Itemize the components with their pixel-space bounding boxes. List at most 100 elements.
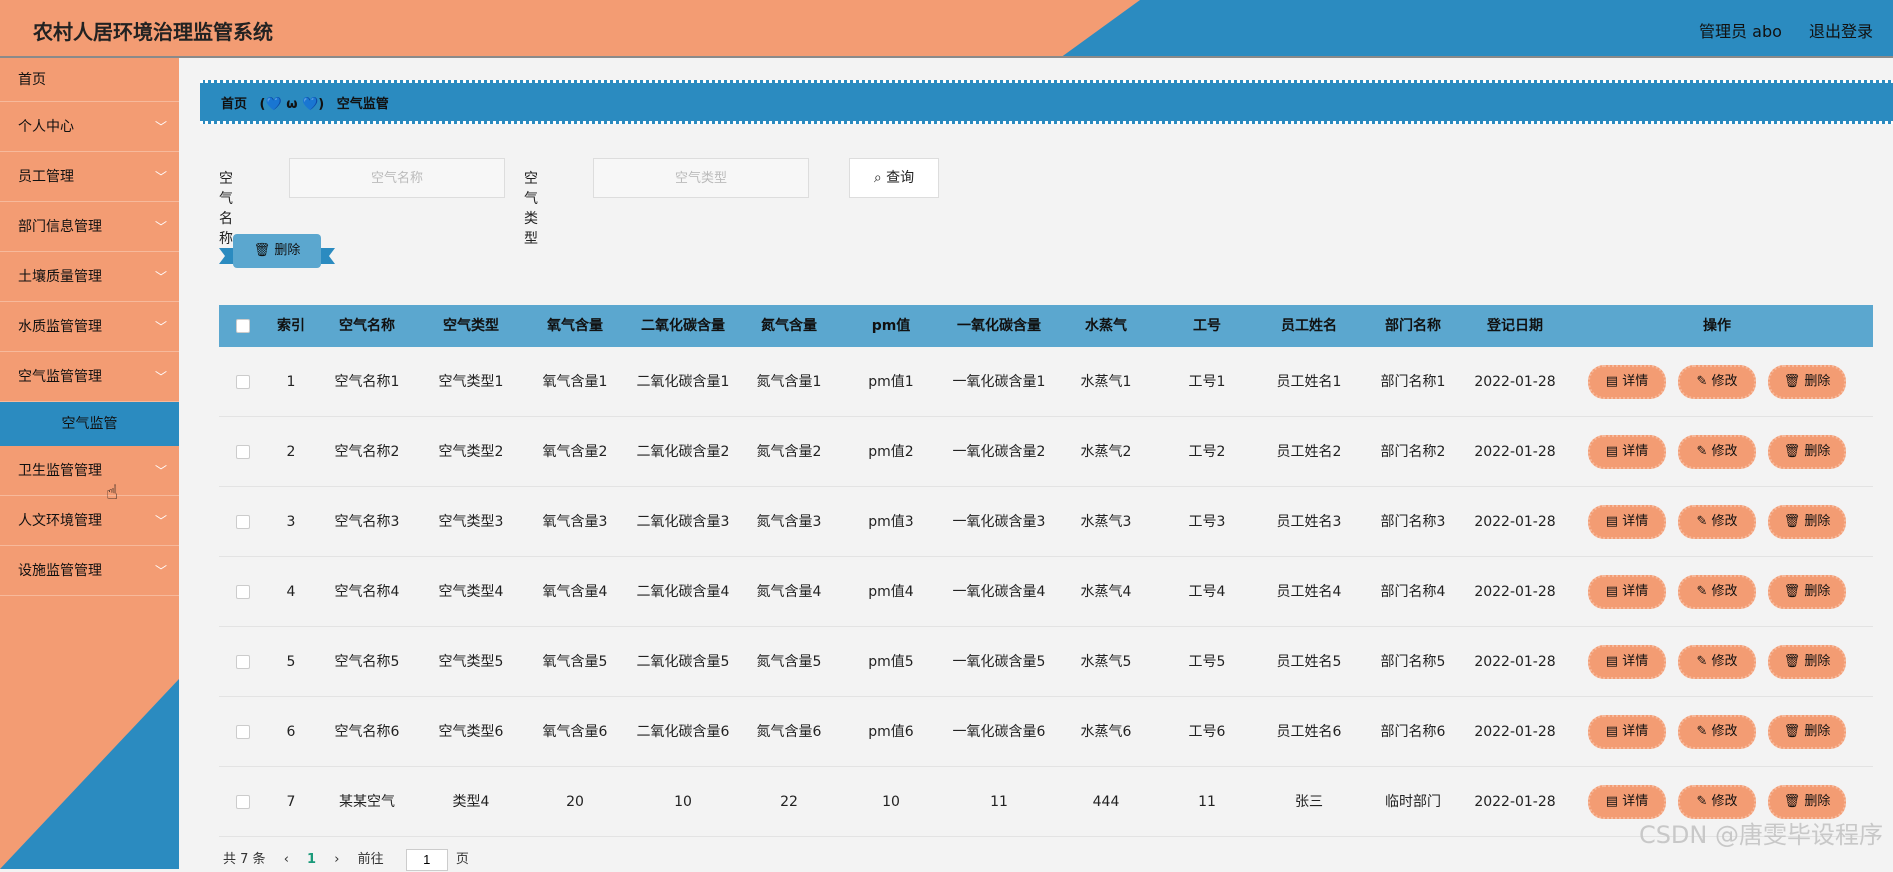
row-checkbox[interactable]: [236, 654, 250, 669]
row-select-cell[interactable]: [219, 511, 267, 533]
edit-button[interactable]: ✎ 修改: [1678, 784, 1756, 819]
row-actions: ▤ 详情 ✎ 修改 🗑 删除: [1565, 574, 1869, 609]
pagination: 共 7 条 ‹ 1 › 前往 页: [223, 848, 483, 872]
page-current[interactable]: 1: [307, 848, 316, 872]
sidebar-item-home[interactable]: 首页: [0, 58, 179, 102]
sidebar-item-facility[interactable]: 设施监管管理 ﹀: [0, 546, 179, 596]
sidebar-subitem-air-monitoring[interactable]: 空气监管: [0, 402, 179, 446]
chevron-down-icon: ﹀: [154, 514, 167, 528]
table-cell: 空气类型5: [438, 653, 504, 670]
table-cell: 5: [286, 653, 296, 670]
row-checkbox[interactable]: [236, 514, 250, 529]
delete-button[interactable]: 🗑 删除: [1768, 434, 1846, 469]
table-cell: 部门名称6: [1380, 723, 1446, 740]
table-cell: 2022-01-28: [1474, 513, 1556, 530]
table-cell: 工号3: [1188, 513, 1226, 530]
header-select-all[interactable]: [219, 315, 267, 337]
row-select-cell[interactable]: [219, 791, 267, 813]
row-checkbox[interactable]: [236, 584, 250, 599]
batch-delete-button[interactable]: 🗑 删除: [233, 234, 321, 268]
page-unit: 页: [455, 852, 469, 867]
row-checkbox[interactable]: [236, 374, 250, 389]
table-cell: 某某空气: [339, 793, 395, 810]
table-cell: pm值6: [868, 723, 914, 740]
edit-button[interactable]: ✎ 修改: [1678, 714, 1756, 749]
table-cell: 空气名称3: [334, 513, 400, 530]
air-name-input[interactable]: [289, 158, 505, 198]
query-button[interactable]: ⌕ 查询: [849, 158, 939, 198]
detail-button[interactable]: ▤ 详情: [1588, 504, 1666, 539]
delete-button[interactable]: 🗑 删除: [1768, 784, 1846, 819]
sidebar-item-hygiene[interactable]: 卫生监管管理 ﹀: [0, 446, 179, 496]
edit-button[interactable]: ✎ 修改: [1678, 574, 1756, 609]
pencil-icon: ✎: [1696, 513, 1708, 529]
page-jump-input[interactable]: [405, 848, 448, 871]
table-cell: pm值4: [868, 583, 914, 600]
sidebar-item-label: 设施监管管理: [18, 563, 102, 579]
table-row: 4 空气名称4 空气类型4 氧气含量4 二氧化碳含量4 氮气含量4 pm值4 一氧化碳含量4 水…: [219, 557, 1873, 627]
select-all-checkbox[interactable]: [236, 319, 250, 333]
column-header: 工号: [1193, 318, 1221, 334]
hand-cursor-icon: ☝: [106, 480, 119, 504]
data-table: 索引 空气名称 空气类型 氧气含量 二氧化碳含量 氮气含量 pm值 一氧化碳含量…: [219, 305, 1873, 837]
table-cell: 空气名称2: [334, 443, 400, 460]
delete-button[interactable]: 🗑 删除: [1768, 714, 1846, 749]
action-label: 修改: [1711, 653, 1738, 669]
sidebar-item-employee[interactable]: 员工管理 ﹀: [0, 152, 179, 202]
column-header: 氮气含量: [761, 318, 817, 334]
row-select-cell[interactable]: [219, 441, 267, 463]
sidebar-item-water[interactable]: 水质监管管理 ﹀: [0, 302, 179, 352]
table-cell: 员工姓名4: [1276, 583, 1342, 600]
table-cell: 水蒸气6: [1080, 723, 1132, 740]
table-cell: 空气名称5: [334, 653, 400, 670]
breadcrumb-home[interactable]: 首页: [221, 97, 247, 112]
table-cell: 1: [286, 373, 296, 390]
table-cell: 444: [1092, 793, 1120, 810]
detail-button[interactable]: ▤ 详情: [1588, 784, 1666, 819]
detail-button[interactable]: ▤ 详情: [1588, 434, 1666, 469]
table-cell: 3: [286, 513, 296, 530]
table-cell: 空气类型2: [438, 443, 504, 460]
action-label: 修改: [1711, 443, 1738, 459]
prev-page-icon[interactable]: ‹: [284, 848, 289, 872]
action-label: 详情: [1622, 723, 1649, 739]
table-cell: 11: [1198, 793, 1216, 810]
edit-button[interactable]: ✎ 修改: [1678, 434, 1756, 469]
delete-button[interactable]: 🗑 删除: [1768, 644, 1846, 679]
sidebar-item-air[interactable]: 空气监管管理 ﹀: [0, 352, 179, 402]
sidebar-item-personal-center[interactable]: 个人中心 ﹀: [0, 102, 179, 152]
delete-button[interactable]: 🗑 删除: [1768, 574, 1846, 609]
detail-button[interactable]: ▤ 详情: [1588, 714, 1666, 749]
detail-button[interactable]: ▤ 详情: [1588, 574, 1666, 609]
edit-button[interactable]: ✎ 修改: [1678, 504, 1756, 539]
sidebar-corner-decoration: [0, 679, 179, 869]
logout-link[interactable]: 退出登录: [1809, 22, 1873, 41]
search-icon: ⌕: [873, 170, 882, 186]
detail-button[interactable]: ▤ 详情: [1588, 644, 1666, 679]
breadcrumb: 首页 (💙 ω 💙) 空气监管: [200, 80, 1893, 124]
row-checkbox[interactable]: [236, 444, 250, 459]
row-select-cell[interactable]: [219, 371, 267, 393]
row-select-cell[interactable]: [219, 581, 267, 603]
row-checkbox[interactable]: [236, 794, 250, 809]
sidebar: 首页 个人中心 ﹀ 员工管理 ﹀ 部门信息管理 ﹀ 土壤质量管理 ﹀ 水质监管管…: [0, 58, 179, 869]
row-checkbox[interactable]: [236, 724, 250, 739]
sidebar-item-department[interactable]: 部门信息管理 ﹀: [0, 202, 179, 252]
edit-button[interactable]: ✎ 修改: [1678, 644, 1756, 679]
table-cell: 空气类型4: [438, 583, 504, 600]
sidebar-item-humanities[interactable]: 人文环境管理 ﹀: [0, 496, 179, 546]
next-page-icon[interactable]: ›: [334, 848, 339, 872]
detail-button[interactable]: ▤ 详情: [1588, 364, 1666, 399]
edit-button[interactable]: ✎ 修改: [1678, 364, 1756, 399]
sidebar-item-soil[interactable]: 土壤质量管理 ﹀: [0, 252, 179, 302]
delete-button[interactable]: 🗑 删除: [1768, 364, 1846, 399]
row-select-cell[interactable]: [219, 721, 267, 743]
row-select-cell[interactable]: [219, 651, 267, 673]
table-cell: 一氧化碳含量3: [952, 513, 1046, 530]
action-label: 详情: [1622, 443, 1649, 459]
air-type-input[interactable]: [593, 158, 809, 198]
delete-button[interactable]: 🗑 删除: [1768, 504, 1846, 539]
trash-icon: 🗑: [1783, 583, 1801, 599]
table-cell: 员工姓名6: [1276, 723, 1342, 740]
table-cell: 水蒸气1: [1080, 373, 1132, 390]
